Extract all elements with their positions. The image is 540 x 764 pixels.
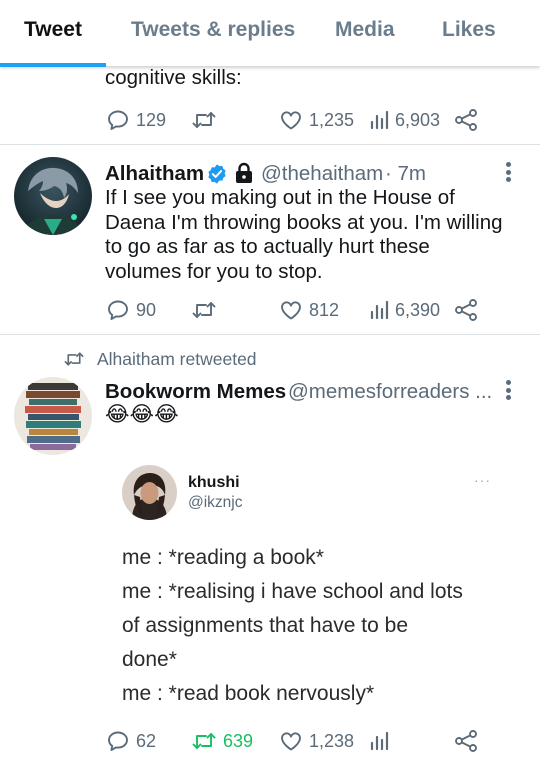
- embedded-text-line: me : *read book nervously*: [122, 682, 375, 705]
- reply-button[interactable]: 62: [106, 729, 156, 753]
- embedded-avatar: [122, 465, 177, 520]
- embedded-text-line: me : *reading a book*: [122, 546, 324, 569]
- reply-button[interactable]: 90: [106, 298, 156, 322]
- reply-button[interactable]: 129: [106, 108, 166, 132]
- retweet-button[interactable]: [191, 108, 217, 132]
- analytics-icon: [370, 731, 389, 751]
- tweet-text: cognitive skills:: [105, 66, 242, 89]
- avatar-image: [14, 377, 92, 455]
- embedded-text-line: done*: [122, 648, 177, 671]
- reply-icon: [108, 300, 128, 320]
- display-name[interactable]: Bookworm Memes: [105, 380, 286, 404]
- reply-count: 129: [136, 109, 167, 130]
- share-button[interactable]: [454, 298, 478, 322]
- retweeted-by-label[interactable]: Alhaitham retweeted: [97, 349, 257, 370]
- tweet-text-line: volumes for you to stop.: [105, 259, 323, 283]
- like-button[interactable]: 1,238: [279, 729, 354, 753]
- more-options-icon[interactable]: [506, 380, 512, 400]
- share-button[interactable]: [454, 108, 478, 132]
- tweet-text-line: If I see you making out in the House of: [105, 186, 455, 209]
- analytics-icon: [370, 300, 389, 320]
- lock-icon: [236, 162, 252, 183]
- reply-count: 62: [136, 730, 157, 751]
- share-icon: [455, 730, 477, 752]
- active-tab-indicator: [0, 63, 106, 67]
- like-button[interactable]: 812: [279, 298, 339, 322]
- tweet-divider: [0, 144, 540, 145]
- embedded-avatar-image: [122, 465, 177, 520]
- views-button[interactable]: 6,903: [369, 108, 440, 132]
- tweet-divider: [0, 334, 540, 335]
- reply-icon: [108, 110, 128, 130]
- reply-count: 90: [136, 299, 157, 320]
- avatar-image: [14, 157, 92, 235]
- like-count: 812: [309, 299, 340, 320]
- views-button[interactable]: [369, 729, 389, 753]
- retweet-count: 639: [223, 730, 254, 751]
- share-icon: [455, 109, 477, 131]
- embedded-text-line: me : *realising i have school and lots: [122, 580, 463, 603]
- heart-icon: [281, 111, 301, 130]
- tweet-timestamp[interactable]: · 7m: [385, 162, 426, 186]
- view-count: 6,390: [395, 299, 441, 320]
- user-handle[interactable]: @memesforreaders ...: [288, 380, 492, 404]
- profile-tabs: Tweet Tweets & replies Media Likes: [0, 0, 540, 67]
- heart-icon: [281, 301, 301, 320]
- tab-tweet[interactable]: Tweet: [24, 18, 82, 42]
- views-button[interactable]: 6,390: [369, 298, 440, 322]
- retweet-button[interactable]: [191, 298, 217, 322]
- retweet-indicator-icon: [64, 352, 84, 366]
- heart-icon: [281, 732, 301, 751]
- retweet-icon: [192, 302, 216, 318]
- share-icon: [455, 299, 477, 321]
- tab-media[interactable]: Media: [335, 18, 395, 42]
- avatar[interactable]: [14, 377, 92, 455]
- tab-likes[interactable]: Likes: [442, 18, 496, 42]
- tweet-text-line: to go as far as to actually hurt these: [105, 235, 430, 258]
- tab-tweets-replies[interactable]: Tweets & replies: [131, 18, 295, 42]
- avatar[interactable]: [14, 157, 92, 235]
- embedded-more-icon: ···: [474, 472, 491, 488]
- like-count: 1,238: [309, 730, 355, 751]
- tweet-emojis: 😂😂😂: [105, 403, 179, 426]
- reply-icon: [108, 731, 128, 751]
- user-handle[interactable]: @thehaitham: [261, 162, 383, 186]
- embedded-name: khushi: [188, 474, 240, 491]
- retweet-icon: [192, 112, 216, 128]
- share-button[interactable]: [454, 729, 478, 753]
- analytics-icon: [370, 110, 389, 130]
- retweet-button[interactable]: 639: [191, 729, 253, 753]
- display-name[interactable]: Alhaitham: [105, 162, 204, 186]
- embedded-text-line: of assignments that have to be: [122, 614, 409, 637]
- embedded-handle: @ikznjc: [188, 494, 243, 511]
- more-options-icon[interactable]: [506, 162, 512, 182]
- like-button[interactable]: 1,235: [279, 108, 354, 132]
- retweet-icon: [192, 733, 216, 749]
- like-count: 1,235: [309, 109, 355, 130]
- verified-badge-icon: [208, 164, 226, 184]
- tweet-text-line: Daena I'm throwing books at you. I'm wil…: [105, 210, 503, 234]
- view-count: 6,903: [395, 109, 441, 130]
